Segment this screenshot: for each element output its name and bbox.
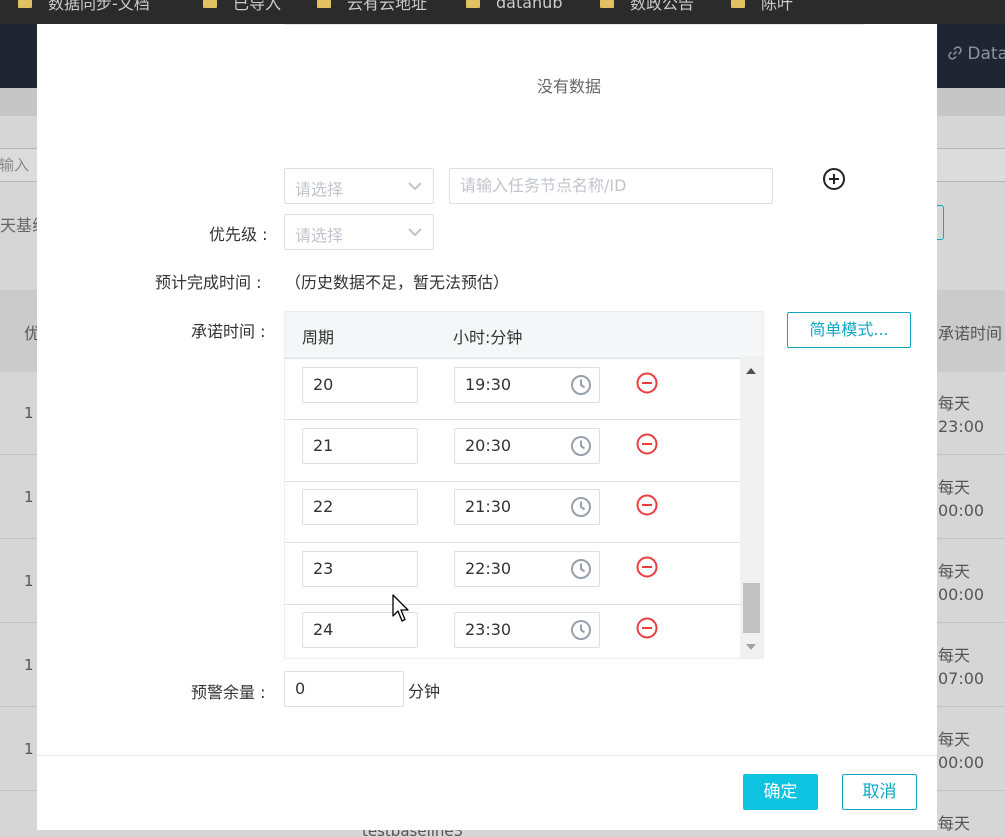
- remove-circle-icon[interactable]: [636, 494, 658, 516]
- folder-icon: [203, 0, 217, 8]
- bookmark-item[interactable]: 已导入: [203, 0, 281, 14]
- folder-icon: [317, 0, 331, 8]
- plus-circle-icon[interactable]: [822, 167, 846, 191]
- table-row: 22 21:30: [285, 481, 740, 543]
- divider: [285, 24, 863, 25]
- remove-circle-icon[interactable]: [636, 556, 658, 578]
- table-row: 24 23:30: [285, 604, 740, 658]
- clock-icon: [571, 497, 591, 517]
- period-input[interactable]: 21: [302, 428, 418, 464]
- time-picker[interactable]: 19:30: [454, 367, 600, 403]
- baseline-edit-dialog: 没有数据 请选择 请输入任务节点名称/ID 优先级 : 请选择 预计完成时间 :…: [37, 24, 937, 830]
- topnav-data-link[interactable]: Data: [948, 44, 1005, 64]
- background-search-input-right[interactable]: [937, 148, 1005, 182]
- background-column-commit-time: 承诺时间: [938, 324, 1003, 343]
- period-input[interactable]: 22: [302, 489, 418, 525]
- chevron-down-icon: [408, 228, 422, 237]
- period-input[interactable]: 20: [302, 367, 418, 403]
- node-type-select[interactable]: 请选择: [284, 168, 434, 204]
- clock-icon: [571, 375, 591, 395]
- folder-icon: [18, 0, 32, 8]
- estimate-label: 预计完成时间 :: [155, 273, 262, 292]
- remove-circle-icon[interactable]: [636, 372, 658, 394]
- folder-icon: [731, 0, 745, 8]
- priority-select[interactable]: 请选择: [284, 214, 434, 250]
- table-row: 23 22:30: [285, 543, 740, 605]
- empty-data-text: 没有数据: [537, 77, 602, 96]
- link-icon: [948, 46, 962, 60]
- period-input[interactable]: 23: [302, 551, 418, 587]
- background-search-input[interactable]: 输入: [0, 148, 40, 182]
- chevron-down-icon: [408, 182, 422, 191]
- commit-time-table: 周期 小时:分钟 20 19:30 21 20:30 22 21:30 23 2…: [284, 311, 764, 659]
- folder-icon: [466, 0, 480, 8]
- commit-table-header: 周期 小时:分钟: [285, 312, 763, 358]
- table-row: 21 20:30: [285, 420, 740, 482]
- alert-margin-label: 预警余量 :: [191, 683, 266, 702]
- column-period: 周期: [302, 328, 335, 347]
- bookmark-item[interactable]: 云有云地址: [317, 0, 427, 14]
- commit-table-scrollbar[interactable]: [740, 358, 763, 658]
- divider: [37, 755, 937, 756]
- commit-time-label: 承诺时间 :: [191, 322, 266, 341]
- scroll-up-arrow-icon[interactable]: [746, 368, 756, 374]
- background-partial-commit: 每天: [938, 814, 971, 833]
- task-node-input[interactable]: 请输入任务节点名称/ID: [449, 168, 773, 204]
- estimate-value: （历史数据不足，暂无法预估）: [285, 273, 510, 292]
- remove-circle-icon[interactable]: [636, 617, 658, 639]
- remove-circle-icon[interactable]: [636, 433, 658, 455]
- clock-icon: [571, 436, 591, 456]
- period-input[interactable]: 24: [302, 612, 418, 648]
- scrollbar-thumb[interactable]: [743, 583, 760, 633]
- bookmarks-bar: 数据同步-文档 已导入 云有云地址 datahub 数政公告 陈叶: [0, 0, 1005, 24]
- alert-margin-unit: 分钟: [408, 682, 441, 701]
- time-picker[interactable]: 20:30: [454, 428, 600, 464]
- time-picker[interactable]: 22:30: [454, 551, 600, 587]
- time-picker[interactable]: 23:30: [454, 612, 600, 648]
- confirm-button[interactable]: 确定: [743, 774, 818, 810]
- simple-mode-button[interactable]: 简单模式...: [787, 312, 911, 348]
- table-row: 20 19:30: [285, 358, 740, 420]
- column-hour-minute: 小时:分钟: [453, 328, 523, 347]
- bookmark-item[interactable]: 陈叶: [731, 0, 793, 14]
- scroll-down-arrow-icon[interactable]: [746, 644, 756, 650]
- background-button[interactable]: [937, 205, 944, 240]
- cancel-button[interactable]: 取消: [842, 774, 917, 810]
- commit-table-body[interactable]: 20 19:30 21 20:30 22 21:30 23 22:30 24 2…: [285, 358, 740, 658]
- clock-icon: [571, 559, 591, 579]
- time-picker[interactable]: 21:30: [454, 489, 600, 525]
- folder-icon: [600, 0, 614, 8]
- priority-label: 优先级 :: [209, 225, 268, 244]
- bookmark-item[interactable]: datahub: [466, 0, 562, 14]
- clock-icon: [571, 620, 591, 640]
- alert-margin-input[interactable]: 0: [284, 671, 404, 707]
- bookmark-item[interactable]: 数政公告: [600, 0, 694, 14]
- bookmark-item[interactable]: 数据同步-文档: [18, 0, 150, 14]
